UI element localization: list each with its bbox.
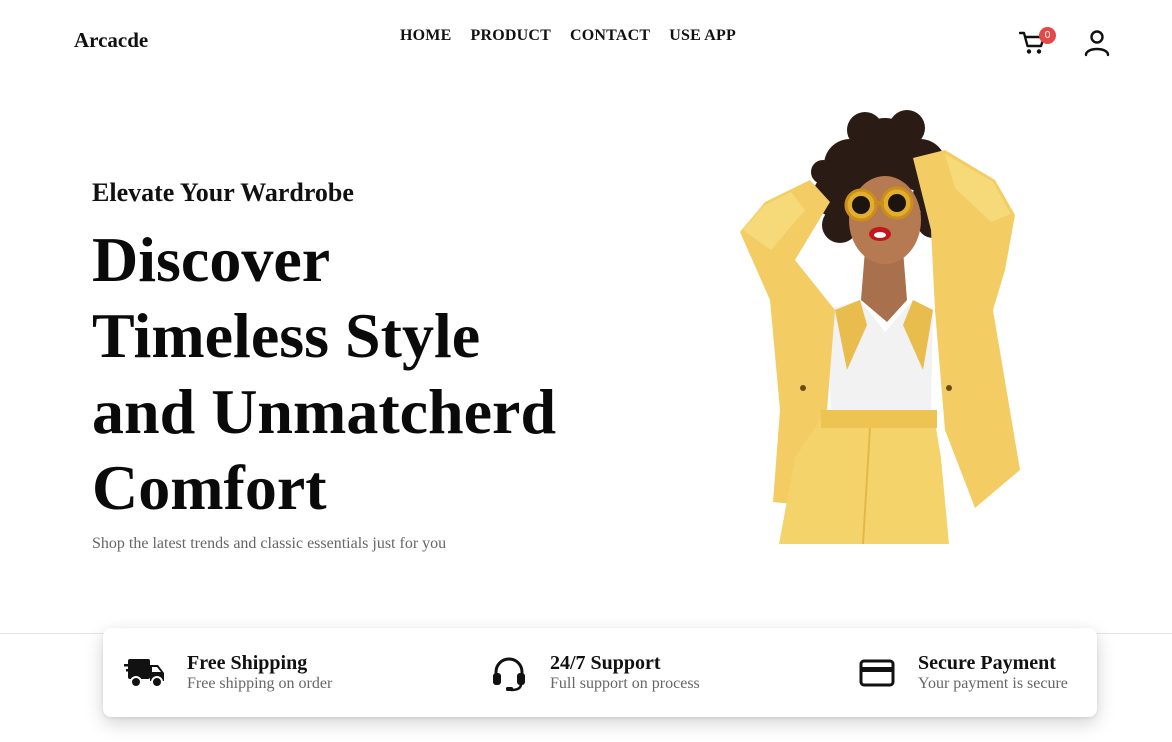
features-bar: Free Shipping Free shipping on order 24/…	[103, 628, 1097, 717]
feature-desc: Free shipping on order	[187, 674, 333, 692]
hero-eyebrow: Elevate Your Wardrobe	[92, 178, 354, 207]
nav-use-app[interactable]: USE APP	[669, 27, 736, 45]
hero-model-image	[740, 110, 1020, 544]
hero-title-line: Comfort	[92, 452, 327, 523]
nav-contact[interactable]: CONTACT	[570, 27, 650, 45]
user-icon	[1084, 30, 1110, 57]
feature-title: Secure Payment	[918, 651, 1056, 674]
headset-icon	[487, 651, 531, 695]
hero-title-line: Timeless Style	[92, 300, 481, 371]
brand-logo[interactable]: Arcacde	[74, 28, 148, 53]
hero-subtitle: Shop the latest trends and classic essen…	[92, 535, 447, 552]
nav-home[interactable]: HOME	[400, 27, 451, 45]
credit-card-icon	[855, 651, 899, 695]
hero-title-line: Discover	[92, 224, 331, 295]
cart-count-badge: 0	[1039, 27, 1056, 44]
hero-title: Discover Timeless Style and Unmatcherd C…	[92, 222, 652, 526]
main-nav: HOME PRODUCT CONTACT USE APP	[400, 27, 736, 45]
feature-desc: Your payment is secure	[918, 674, 1068, 692]
feature-title: Free Shipping	[187, 651, 308, 674]
feature-desc: Full support on process	[550, 674, 700, 692]
nav-product[interactable]: PRODUCT	[470, 27, 551, 45]
hero-title-line: and Unmatcherd	[92, 376, 557, 447]
delivery-truck-icon	[123, 651, 167, 695]
feature-free-shipping: Free Shipping Free shipping on order	[123, 628, 332, 717]
feature-title: 24/7 Support	[550, 651, 661, 674]
feature-support: 24/7 Support Full support on process	[487, 628, 700, 717]
feature-secure-payment: Secure Payment Your payment is secure	[855, 628, 1068, 717]
cart-button[interactable]: 0	[1019, 27, 1056, 58]
account-button[interactable]	[1083, 28, 1111, 58]
